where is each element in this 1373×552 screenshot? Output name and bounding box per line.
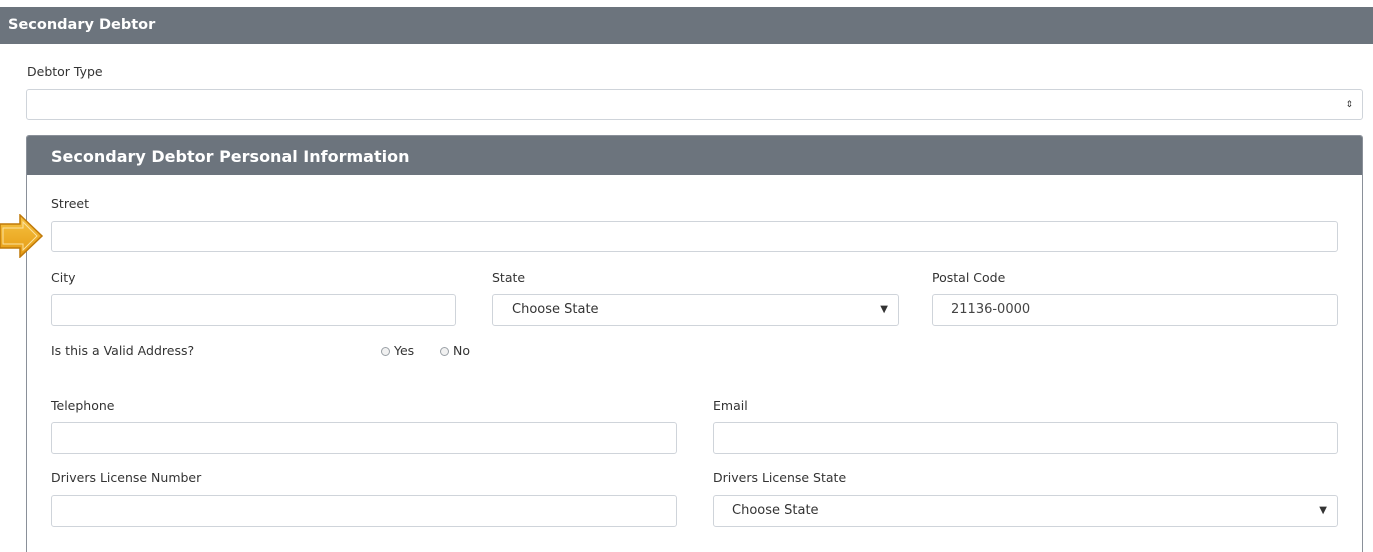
dl-number-input[interactable] [51, 495, 677, 527]
city-input[interactable] [51, 294, 456, 326]
sort-icon: ⇕ [1345, 100, 1353, 110]
panel-header: Secondary Debtor Personal Information [27, 136, 1362, 175]
email-input[interactable] [713, 422, 1338, 454]
telephone-input[interactable] [51, 422, 677, 454]
valid-address-label: Is this a Valid Address? [51, 343, 195, 358]
city-label: City [51, 270, 76, 285]
valid-address-no[interactable]: No [440, 343, 470, 358]
postal-code-label: Postal Code [932, 270, 1006, 285]
personal-info-panel: Secondary Debtor Personal Information St… [26, 135, 1363, 552]
dl-state-label: Drivers License State [713, 470, 847, 485]
no-label: No [453, 343, 470, 358]
postal-code-input[interactable]: 21136-0000 [932, 294, 1338, 326]
state-select-value: Choose State [512, 302, 599, 317]
state-label: State [492, 270, 526, 285]
section-header: Secondary Debtor [0, 7, 1373, 44]
no-radio[interactable] [440, 347, 449, 356]
arrow-right-icon [0, 214, 44, 258]
caret-down-icon: ▼ [880, 304, 888, 315]
state-select[interactable]: Choose State ▼ [492, 294, 899, 326]
yes-label: Yes [394, 343, 415, 358]
telephone-label: Telephone [51, 398, 115, 413]
dl-state-select[interactable]: Choose State ▼ [713, 495, 1338, 527]
street-input[interactable] [51, 221, 1338, 252]
debtor-type-label: Debtor Type [27, 64, 103, 79]
caret-down-icon: ▼ [1319, 505, 1327, 516]
street-label: Street [51, 196, 89, 211]
postal-code-value: 21136-0000 [951, 302, 1031, 317]
yes-radio[interactable] [381, 347, 390, 356]
email-label: Email [713, 398, 748, 413]
valid-address-yes[interactable]: Yes [381, 343, 414, 358]
dl-state-select-value: Choose State [732, 503, 819, 518]
debtor-type-select[interactable]: ⇕ [26, 89, 1363, 120]
dl-number-label: Drivers License Number [51, 470, 202, 485]
